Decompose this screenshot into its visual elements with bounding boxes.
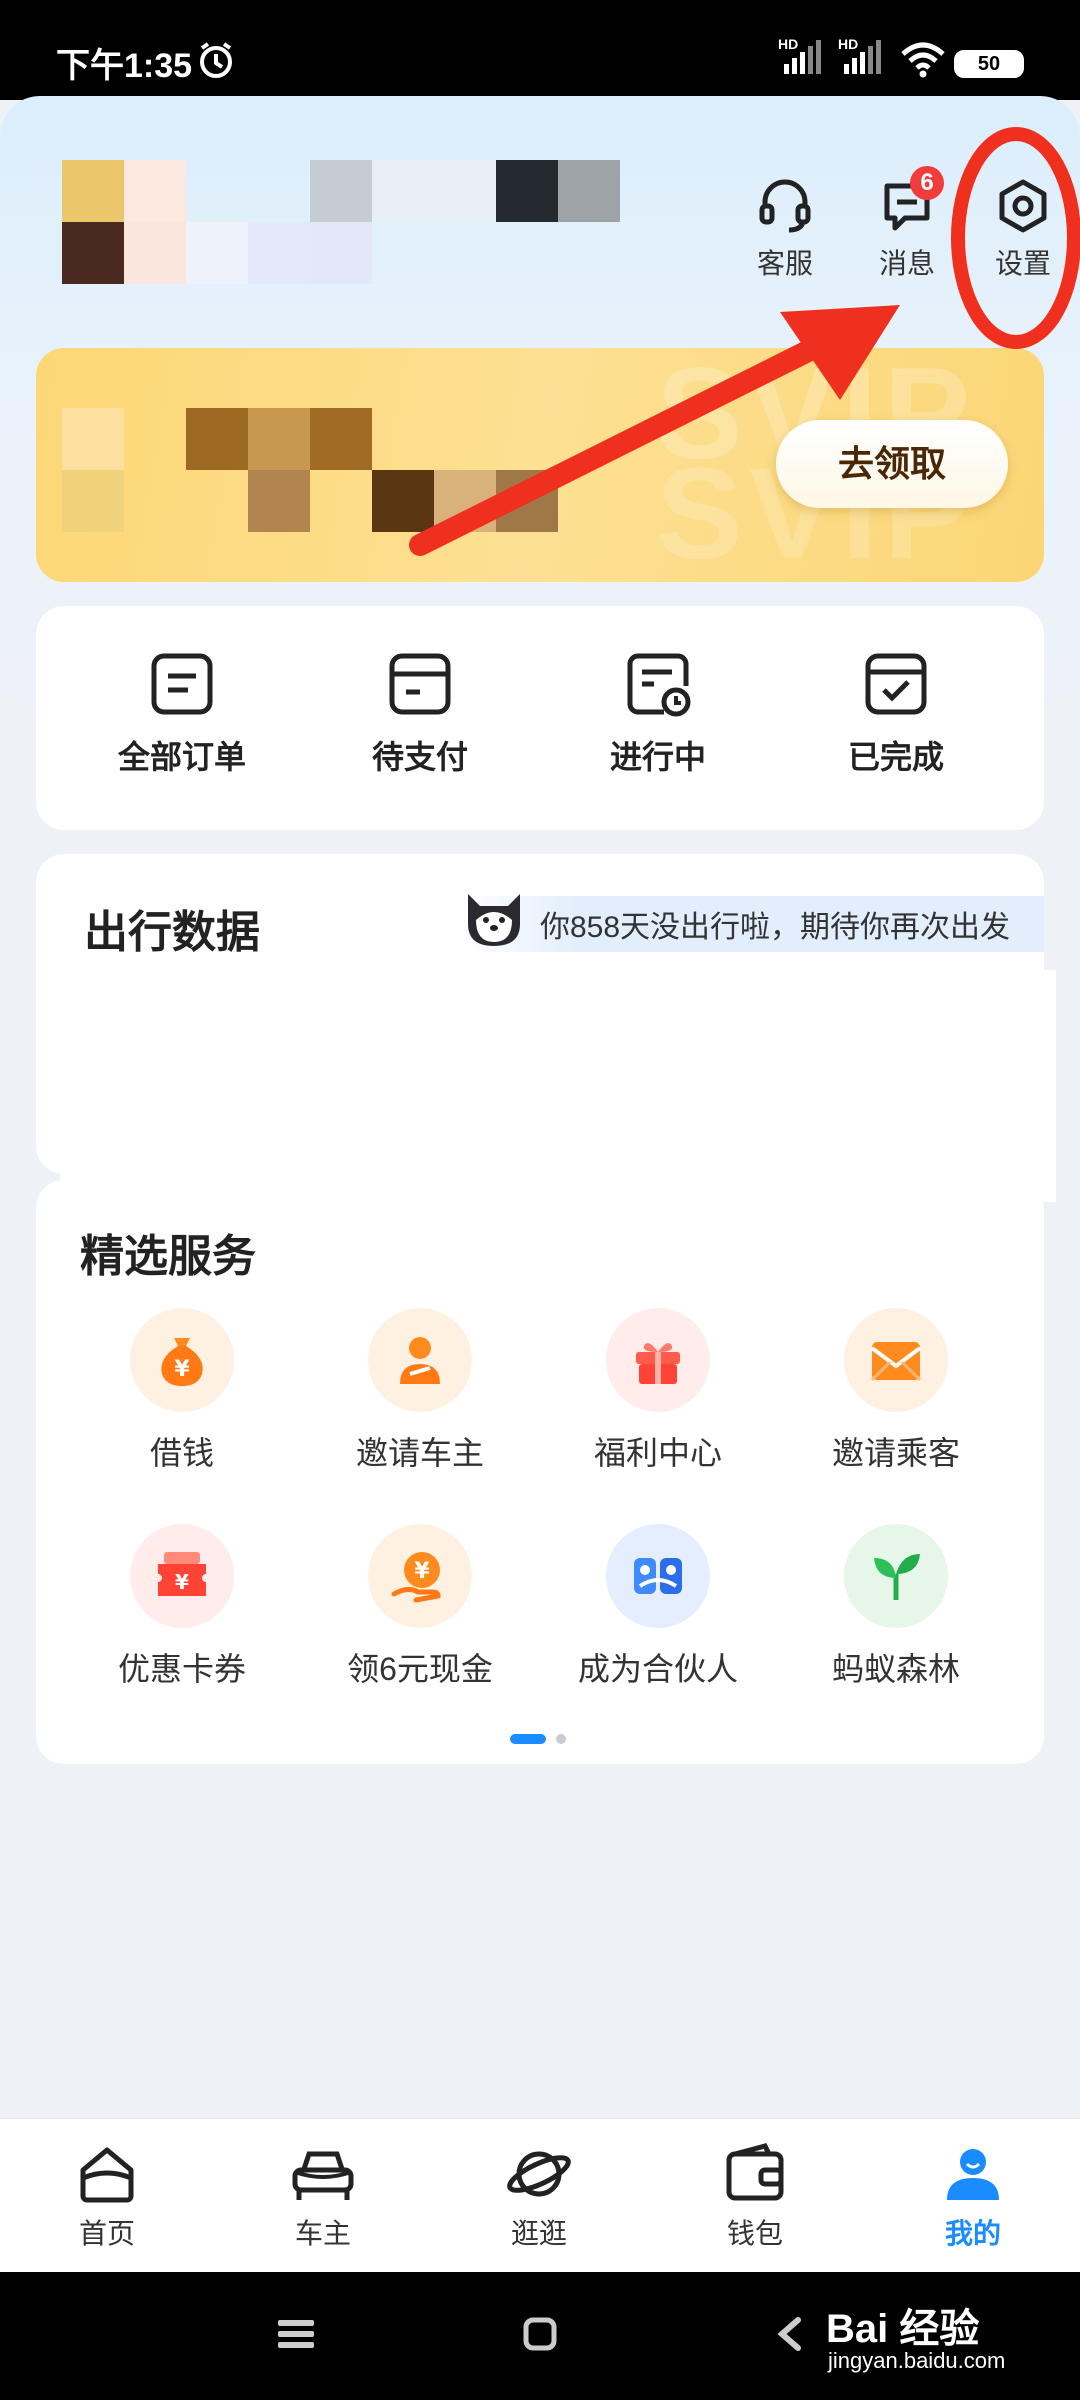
leaf-icon <box>844 1524 948 1628</box>
status-time: 下午1:35 <box>56 47 193 85</box>
service-label: 邀请车主 <box>355 1435 484 1471</box>
wifi-icon <box>901 42 945 78</box>
battery-icon: 50 <box>954 50 1024 78</box>
all-orders-icon <box>151 653 213 715</box>
service-coupons[interactable]: ¥ 优惠卡券 <box>82 1524 282 1690</box>
svg-text:¥: ¥ <box>174 1357 190 1382</box>
menu-icon[interactable] <box>276 2316 316 2352</box>
service-label: 优惠卡券 <box>117 1651 246 1687</box>
gift-icon <box>606 1308 710 1412</box>
svg-text:¥: ¥ <box>414 1559 430 1584</box>
service-label: 邀请乘客 <box>831 1435 960 1471</box>
service-claim-cash[interactable]: ¥ 领6元现金 <box>320 1524 520 1690</box>
husky-mascot-icon <box>468 894 520 946</box>
service-welfare-center[interactable]: 福利中心 <box>558 1308 758 1474</box>
partner-icon <box>606 1524 710 1628</box>
back-icon[interactable] <box>774 2316 804 2352</box>
home-icon <box>80 2147 134 2203</box>
nav-label: 首页 <box>78 2218 135 2249</box>
nav-label: 钱包 <box>726 2218 783 2249</box>
in-progress-label: 进行中 <box>609 739 706 775</box>
service-label: 福利中心 <box>593 1435 722 1471</box>
service-label: 借钱 <box>149 1435 214 1471</box>
annotation-circle <box>951 127 1080 349</box>
envelope-icon <box>844 1308 948 1412</box>
in-progress-button[interactable]: 进行中 <box>558 650 758 778</box>
nav-explore[interactable]: 逛逛 <box>464 2142 614 2252</box>
annotation-arrow <box>409 334 831 556</box>
pending-payment-label: 待支付 <box>371 739 468 775</box>
travel-tip-text: 你858天没出行啦，期待你再次出发 <box>540 911 1011 944</box>
completed-icon <box>865 653 927 715</box>
car-icon <box>292 2151 354 2200</box>
invite-driver-icon <box>368 1308 472 1412</box>
pending-payment-button[interactable]: 待支付 <box>320 650 520 778</box>
planet-icon <box>507 2151 571 2197</box>
wallet-icon <box>726 2143 784 2201</box>
alarm-icon <box>200 42 232 78</box>
home-button-icon[interactable] <box>522 2316 558 2352</box>
nav-mine[interactable]: 我的 <box>898 2142 1048 2252</box>
page-indicator-dot <box>556 1734 566 1744</box>
travel-data-title: 出行数据 <box>84 908 260 957</box>
services-title: 精选服务 <box>80 1232 256 1281</box>
service-label: 领6元现金 <box>347 1651 493 1687</box>
service-become-partner[interactable]: 成为合伙人 <box>558 1524 758 1690</box>
all-orders-label: 全部订单 <box>117 739 246 775</box>
service-ant-forest[interactable]: 蚂蚁森林 <box>796 1524 996 1690</box>
nav-driver[interactable]: 车主 <box>248 2142 398 2252</box>
service-label: 成为合伙人 <box>577 1651 738 1687</box>
service-invite-driver[interactable]: 邀请车主 <box>320 1308 520 1474</box>
travel-data-content <box>60 970 1056 1202</box>
baidu-watermark-url: jingyan.baidu.com <box>828 2348 1006 2373</box>
pending-payment-icon <box>389 653 451 715</box>
coupon-icon: ¥ <box>130 1524 234 1628</box>
in-progress-icon <box>627 653 691 717</box>
completed-label: 已完成 <box>847 739 944 775</box>
service-invite-passenger[interactable]: 邀请乘客 <box>796 1308 996 1474</box>
baidu-watermark-logo: Bai 经验 <box>826 2307 980 2351</box>
all-orders-button[interactable]: 全部订单 <box>82 650 282 778</box>
page-indicator-active <box>510 1734 546 1744</box>
nav-label: 我的 <box>944 2218 1001 2249</box>
service-label: 蚂蚁森林 <box>831 1651 960 1687</box>
signal-icon: HD <box>838 36 882 81</box>
signal-icon: HD <box>778 36 822 81</box>
nav-home[interactable]: 首页 <box>32 2142 182 2252</box>
nav-label: 逛逛 <box>510 2218 567 2249</box>
nav-label: 车主 <box>294 2218 351 2249</box>
service-borrow-money[interactable]: ¥ 借钱 <box>82 1308 282 1474</box>
completed-button[interactable]: 已完成 <box>796 650 996 778</box>
profile-icon <box>947 2149 999 2200</box>
nav-wallet[interactable]: 钱包 <box>680 2142 830 2252</box>
svg-text:¥: ¥ <box>175 1570 189 1594</box>
money-bag-icon: ¥ <box>130 1308 234 1412</box>
annotation-overlay <box>409 127 1080 556</box>
cash-icon: ¥ <box>368 1524 472 1628</box>
status-bar: 下午1:35 HD HD 50 <box>0 0 1080 100</box>
